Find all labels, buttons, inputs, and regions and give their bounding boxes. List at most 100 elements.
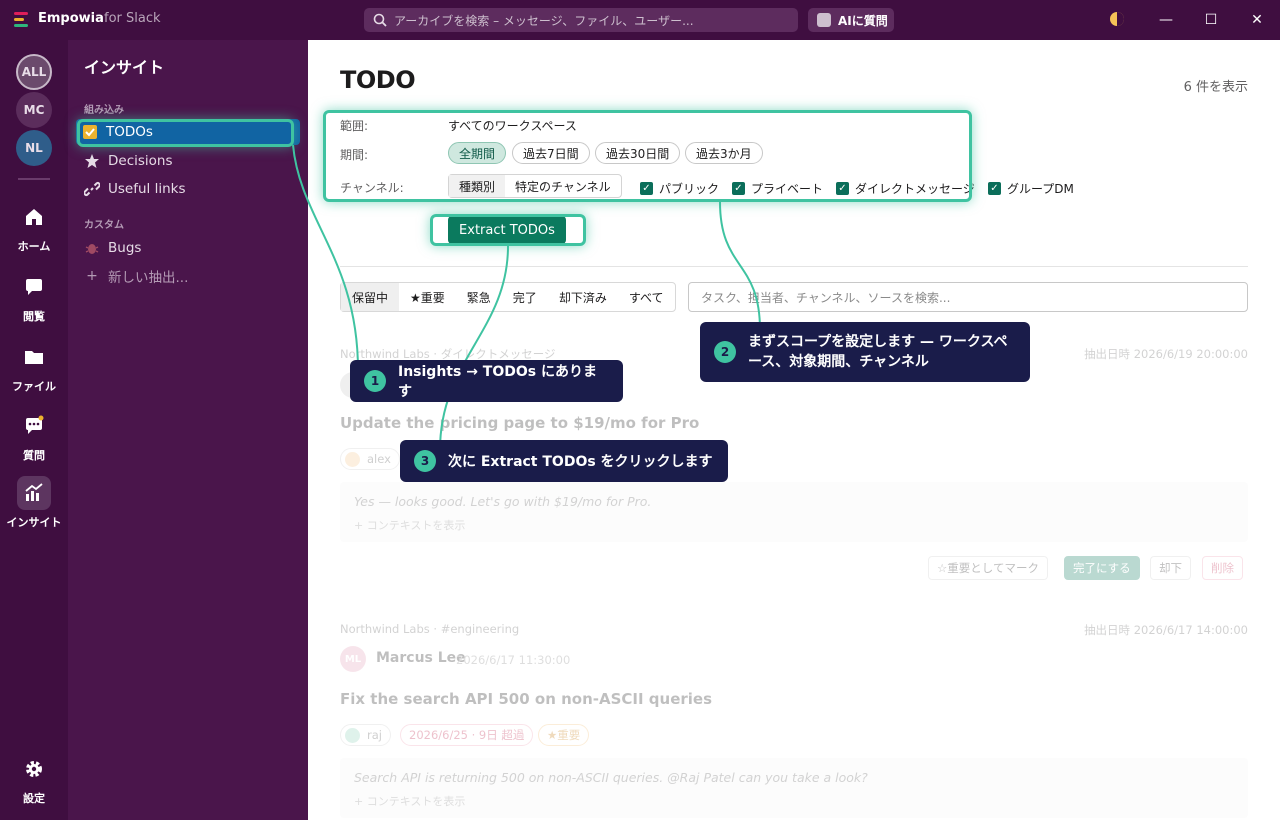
- archive-search-input[interactable]: アーカイブを検索 – メッセージ、ファイル、ユーザー...: [364, 8, 798, 32]
- divider: [340, 266, 1248, 267]
- card-source: Northwind Labs · ダイレクトメッセージ: [340, 347, 556, 361]
- empowia-logo-icon: [14, 11, 30, 29]
- channel-label: チャンネル:: [340, 181, 404, 195]
- channel-mode-by-type[interactable]: 種類別: [449, 175, 506, 197]
- sidebar-item-label: Bugs: [108, 240, 142, 256]
- scope-value[interactable]: すべてのワークスペース: [448, 117, 577, 134]
- close-icon[interactable]: ✕: [1248, 11, 1266, 29]
- rail-home[interactable]: ホーム: [0, 200, 68, 254]
- left-rail: ALL MC NL ホーム 閲覧 ファイル 質問 インサイト 設定: [0, 40, 68, 820]
- rail-divider: [18, 178, 50, 180]
- rail-settings[interactable]: 設定: [0, 752, 68, 806]
- rail-files[interactable]: ファイル: [0, 340, 68, 394]
- assignee-name: raj: [367, 728, 382, 742]
- period-label: 期間:: [340, 148, 369, 162]
- search-placeholder: アーカイブを検索 – メッセージ、ファイル、ユーザー...: [394, 13, 694, 28]
- gear-icon: [17, 752, 51, 786]
- page-title: TODO: [340, 66, 416, 94]
- mark-important-button[interactable]: ☆重要としてマーク: [928, 556, 1048, 580]
- period-all-chip[interactable]: 全期間: [448, 142, 507, 164]
- workspace-nl[interactable]: NL: [16, 130, 52, 166]
- checkbox-public[interactable]: ✓ パブリック: [640, 180, 719, 197]
- sidebar-item-bugs[interactable]: Bugs: [78, 235, 298, 261]
- rail-ask-label: 質問: [23, 449, 45, 462]
- todo-list: Northwind Labs · ダイレクトメッセージ 抽出日時 2026/6/…: [308, 300, 1280, 820]
- sidebar-item-todos[interactable]: TODOs: [76, 119, 300, 145]
- avatar: [340, 372, 366, 398]
- show-context-link[interactable]: + コンテキストを表示: [354, 793, 1234, 809]
- checkbox-checked-icon: ✓: [836, 182, 849, 195]
- chat-bubble-icon: [17, 270, 51, 304]
- minimize-icon[interactable]: —: [1157, 11, 1175, 29]
- card-source: Northwind Labs · #engineering: [340, 622, 520, 636]
- bot-icon: [817, 13, 831, 27]
- ask-ai-button[interactable]: AIに質問: [808, 8, 894, 32]
- rail-home-label: ホーム: [17, 240, 51, 253]
- custom-section-label: カスタム: [84, 220, 124, 231]
- period-30d-chip[interactable]: 過去30日間: [595, 142, 681, 164]
- checkbox-direct-message[interactable]: ✓ ダイレクトメッセージ: [836, 180, 975, 197]
- sidebar-item-label: Useful links: [108, 181, 186, 197]
- bug-icon: [85, 244, 99, 254]
- avatar: [345, 452, 360, 467]
- workspace-all[interactable]: ALL: [16, 54, 52, 90]
- card-task-title: Update the pricing page to $19/mo for Pr…: [340, 414, 700, 432]
- ask-ai-label: AIに質問: [838, 13, 888, 28]
- rail-browse[interactable]: 閲覧: [0, 270, 68, 324]
- insights-chart-icon: [17, 476, 51, 510]
- show-context-link[interactable]: + コンテキストを表示: [354, 517, 1234, 533]
- checkbox-group-dm[interactable]: ✓ グループDM: [988, 180, 1074, 197]
- sidebar-item-decisions[interactable]: Decisions: [78, 148, 298, 174]
- rail-browse-label: 閲覧: [23, 310, 45, 323]
- theme-toggle-icon[interactable]: [1108, 11, 1126, 29]
- important-badge: ★重要: [538, 724, 590, 746]
- checkbox-checked-icon: ✓: [732, 182, 745, 195]
- channel-mode-specific[interactable]: 特定のチャンネル: [505, 175, 621, 197]
- workspace-mc[interactable]: MC: [16, 92, 52, 128]
- main-panel: TODO 6 件を表示 範囲: すべてのワークスペース 期間: 全期間 過去7日…: [308, 40, 1280, 820]
- period-7d-chip[interactable]: 過去7日間: [512, 142, 590, 164]
- checkbox-label: パブリック: [659, 182, 720, 196]
- quote-text: Search API is returning 500 on non-ASCII…: [354, 770, 868, 785]
- checkbox-label: ダイレクトメッセージ: [855, 182, 975, 196]
- checkbox-checked-icon: ✓: [988, 182, 1001, 195]
- result-count: 6 件を表示: [1183, 80, 1248, 95]
- home-icon: [17, 200, 51, 234]
- delete-button[interactable]: 削除: [1202, 556, 1243, 580]
- folder-icon: [17, 340, 51, 374]
- source-quote: Search API is returning 500 on non-ASCII…: [340, 758, 1248, 818]
- quote-text: Yes — looks good. Let's go with $19/mo f…: [354, 494, 652, 509]
- maximize-icon[interactable]: ☐: [1202, 11, 1220, 29]
- card-author: Marcus Lee: [376, 650, 466, 666]
- checkbox-checked-icon: ✓: [640, 182, 653, 195]
- rail-insights[interactable]: インサイト: [0, 476, 68, 530]
- dismiss-button[interactable]: 却下: [1150, 556, 1191, 580]
- mark-done-button[interactable]: 完了にする: [1064, 556, 1140, 580]
- due-date-pill: 2026/6/25 · 9日 超過: [400, 724, 534, 746]
- assignee-name: alex: [367, 452, 391, 466]
- avatar: ML: [340, 646, 366, 672]
- rail-ask[interactable]: 質問: [0, 409, 68, 463]
- card-timestamp: 2026/6/17 11:30:00: [456, 653, 571, 667]
- link-icon: [84, 181, 100, 197]
- scope-label: 範囲:: [340, 119, 369, 133]
- builtin-section-label: 組み込み: [84, 105, 124, 116]
- sidebar-item-label: Decisions: [108, 153, 173, 169]
- checkbox-label: プライベート: [751, 182, 824, 196]
- plus-icon: +: [86, 268, 98, 284]
- sidebar-item-label: TODOs: [106, 124, 153, 140]
- checkbox-label: グループDM: [1007, 182, 1074, 196]
- insights-sidebar: インサイト 組み込み TODOs Decisions Useful links …: [68, 40, 308, 820]
- checkbox-private[interactable]: ✓ プライベート: [732, 180, 823, 197]
- app-suffix: for Slack: [104, 11, 161, 26]
- extract-todos-button[interactable]: Extract TODOs: [448, 216, 566, 244]
- sidebar-item-new-extract[interactable]: + 新しい抽出...: [78, 263, 298, 289]
- sidebar-item-useful-links[interactable]: Useful links: [78, 176, 298, 202]
- assignee-pill[interactable]: raj: [340, 724, 391, 746]
- app-name: Empowia: [38, 11, 104, 26]
- ask-icon: [17, 409, 51, 443]
- assignee-pill[interactable]: alex: [340, 448, 400, 470]
- period-3m-chip[interactable]: 過去3か月: [685, 142, 763, 164]
- checkbox-icon: [83, 125, 97, 139]
- title-bar: Empowia for Slack アーカイブを検索 – メッセージ、ファイル、…: [0, 0, 1280, 40]
